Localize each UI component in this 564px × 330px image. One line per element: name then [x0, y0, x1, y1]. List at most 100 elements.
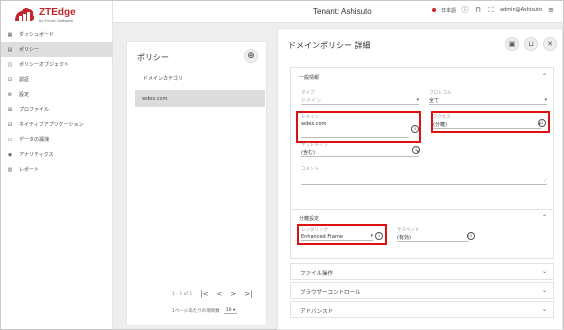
- trash-icon: ⊔: [528, 40, 534, 48]
- comment-field[interactable]: コメント ⟋: [301, 166, 547, 185]
- subdomain-field[interactable]: サブドメイン (含む) ▾: [301, 142, 419, 157]
- per-page-value: 10: [225, 308, 232, 313]
- sidebar-item-label: ネイティブアプリケーション: [19, 122, 84, 128]
- file-operations-label: ファイル操作: [300, 271, 334, 277]
- items-per-page: 1ページあたりの項目数 10 ▾: [172, 308, 238, 314]
- data-icon: ▭: [7, 136, 13, 143]
- close-button[interactable]: ✕: [543, 37, 557, 51]
- sidebar-item-label: ポリシーオブジェクト: [19, 62, 70, 68]
- sidebar-menu: ▦ ダッシュボード ▤ ポリシー ◫ ポリシーオブジェクト ⊡ 認証 ⚙ 設定 ⊞ プロファ…: [1, 27, 113, 177]
- collapse-chevron-icon[interactable]: ⌃: [542, 214, 547, 221]
- subdomain-value: (含む): [301, 149, 419, 157]
- sidebar-item-data-leak[interactable]: ▭ データの漏洩: [1, 132, 113, 147]
- auth-icon: ⊡: [7, 76, 13, 83]
- isolation-settings-card: 分離設定 ⌃ レンダリング Enhanced Frame ▾ i サスペンド (…: [290, 209, 554, 259]
- suspend-label: サスペンド: [397, 228, 420, 233]
- sidebar-item-label: 認証: [19, 77, 30, 83]
- top-header: Tenant: Ashisuto 日本語 ⓘ ⊓ ⛶ admin@Ashisut…: [113, 1, 563, 23]
- plus-icon: ⊕: [247, 51, 255, 61]
- next-page-icon[interactable]: >: [230, 290, 236, 298]
- policy-item-label: wdex.com: [142, 95, 168, 102]
- sidebar-item-analytics[interactable]: ◉ アナリティクス: [1, 147, 113, 162]
- advanced-section[interactable]: アドバンスド ⌄: [290, 301, 554, 318]
- sidebar-item-dashboard[interactable]: ▦ ダッシュボード: [1, 27, 113, 42]
- book-icon[interactable]: ⊓: [474, 6, 482, 14]
- highlight-box-rendering: [297, 224, 387, 245]
- policy-list-panel: ポリシー ⊕ ドメインカテゴリ wdex.com 1 - 1 of 1 |< <…: [126, 41, 267, 326]
- language-flag-icon: [431, 8, 436, 12]
- browser-control-section[interactable]: ブラウザーコントロール ⌄: [290, 282, 554, 299]
- sidebar-item-label: アナリティクス: [19, 152, 54, 158]
- suspend-info-icon[interactable]: i: [467, 232, 475, 240]
- language-selector[interactable]: 日本語: [441, 7, 456, 14]
- delete-button[interactable]: ⊔: [524, 37, 538, 51]
- first-page-icon[interactable]: |<: [200, 290, 208, 298]
- sidebar-item-settings[interactable]: ⚙ 設定: [1, 87, 113, 102]
- collapse-chevron-icon[interactable]: ⌃: [542, 73, 547, 80]
- brand-sub: by Ericom Software: [39, 19, 74, 23]
- policy-list-item[interactable]: wdex.com: [135, 90, 265, 107]
- sidebar-item-label: プロファイル: [19, 107, 50, 113]
- sidebar: ZTEdge by Ericom Software ▦ ダッシュボード ▤ ポリシー…: [1, 1, 113, 329]
- advanced-label: アドバンスド: [300, 309, 334, 315]
- fullscreen-icon[interactable]: ⛶: [487, 6, 495, 14]
- sidebar-item-label: ポリシー: [19, 47, 40, 53]
- sidebar-item-policy-objects[interactable]: ◫ ポリシーオブジェクト: [1, 57, 113, 72]
- sidebar-item-label: 設定: [19, 92, 30, 98]
- suspend-field[interactable]: サスペンド (有効) ▾: [397, 227, 469, 242]
- sidebar-item-policy[interactable]: ▤ ポリシー: [1, 42, 113, 57]
- isolation-header: 分離設定: [299, 216, 320, 222]
- sidebar-item-label: レポート: [19, 167, 40, 173]
- protocol-value: 全て: [429, 97, 547, 105]
- detail-actions: ▣ ⊔ ✕: [505, 37, 557, 51]
- tenant-title: Tenant: Ashisuto: [313, 7, 372, 16]
- grid-icon: ▦: [7, 31, 13, 38]
- header-actions: 日本語 ⓘ ⊓ ⛶ admin@Ashisuto ≡: [431, 6, 555, 14]
- chevron-down-icon: ▾: [544, 97, 547, 103]
- add-policy-button[interactable]: ⊕: [244, 49, 258, 63]
- resize-handle-icon[interactable]: ⟋: [543, 178, 547, 184]
- highlight-box-access: [431, 111, 550, 133]
- analytics-icon: ◉: [7, 151, 13, 158]
- ztedge-logo[interactable]: ZTEdge by Ericom Software: [13, 5, 93, 27]
- logo-mark-icon: [15, 7, 35, 21]
- prev-page-icon[interactable]: <: [217, 290, 223, 298]
- sidebar-item-profile[interactable]: ⊞ プロファイル: [1, 102, 113, 117]
- app-icon: ⊟: [7, 121, 13, 128]
- highlight-box-domain: [296, 111, 421, 143]
- general-info-card: 一般情報 ⌃ タイプ ドメイン ▾ プロトコル 全て ▾ ドメイン wdex.c…: [290, 67, 554, 223]
- hamburger-menu-icon[interactable]: ≡: [547, 6, 555, 14]
- protocol-field[interactable]: プロトコル 全て ▾: [429, 90, 547, 105]
- chevron-down-icon: ⌄: [541, 287, 547, 294]
- chevron-down-icon: ▾: [416, 97, 419, 103]
- per-page-label: 1ページあたりの項目数: [172, 309, 220, 314]
- detail-title: ドメインポリシー 詳細: [288, 41, 371, 50]
- sidebar-item-reports[interactable]: ▥ レポート: [1, 162, 113, 177]
- save-button[interactable]: ▣: [505, 37, 519, 51]
- chevron-down-icon: ⌄: [541, 306, 547, 313]
- file-operations-section[interactable]: ファイル操作 ⌄: [290, 263, 554, 280]
- sidebar-item-label: データの漏洩: [19, 137, 50, 143]
- pagination: 1 - 1 of 1 |< < > >|: [172, 290, 253, 298]
- protocol-label: プロトコル: [429, 91, 452, 96]
- user-menu[interactable]: admin@Ashisuto: [500, 7, 542, 13]
- close-icon: ✕: [547, 40, 553, 48]
- last-page-icon[interactable]: >|: [244, 290, 252, 298]
- subdomain-label: サブドメイン: [301, 143, 328, 148]
- sidebar-item-native-apps[interactable]: ⊟ ネイティブアプリケーション: [1, 117, 113, 132]
- comment-label: コメント: [301, 167, 319, 172]
- profile-icon: ⊞: [7, 106, 13, 113]
- sidebar-item-auth[interactable]: ⊡ 認証: [1, 72, 113, 87]
- per-page-select[interactable]: 10 ▾: [223, 308, 238, 314]
- pagination-range: 1 - 1 of 1: [172, 291, 193, 297]
- browser-control-label: ブラウザーコントロール: [300, 290, 361, 296]
- settings-icon: ⚙: [7, 91, 13, 98]
- subdomain-info-icon[interactable]: i: [412, 146, 420, 154]
- type-value: ドメイン: [301, 97, 419, 105]
- sidebar-item-label: ダッシュボード: [19, 32, 55, 38]
- domain-category-header[interactable]: ドメインカテゴリ: [143, 75, 183, 82]
- type-field[interactable]: タイプ ドメイン ▾: [301, 90, 419, 105]
- info-circle-icon[interactable]: ⓘ: [461, 6, 469, 14]
- report-icon: ▥: [7, 166, 13, 173]
- chevron-down-icon: ⌄: [541, 268, 547, 275]
